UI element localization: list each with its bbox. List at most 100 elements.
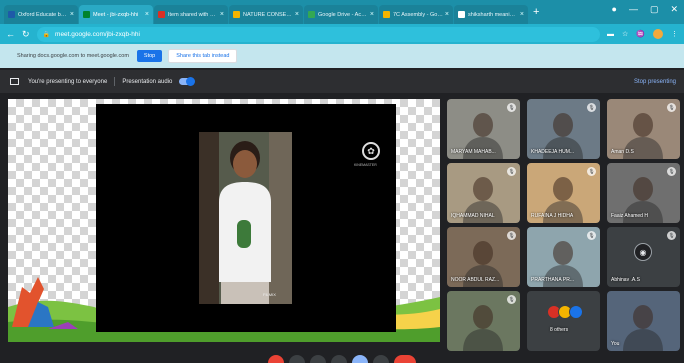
tab-close-icon[interactable]: × bbox=[70, 11, 74, 18]
captions-button[interactable] bbox=[310, 355, 326, 363]
shared-slide: ✿ KINEMASTER FILMIX bbox=[96, 104, 396, 332]
tab-close-icon[interactable]: × bbox=[370, 11, 374, 18]
browser-tab[interactable]: Meet - jbi-zxqb-hhi × bbox=[79, 5, 153, 24]
mic-muted-icon: 🎙 bbox=[507, 103, 516, 112]
tab-close-icon[interactable]: × bbox=[445, 11, 449, 18]
camera-toggle-button[interactable] bbox=[289, 355, 305, 363]
tab-title: Oxford Educate by O... bbox=[18, 11, 68, 18]
tab-title: Meet - jbi-zxqb-hhi bbox=[93, 11, 139, 18]
participant-tile[interactable]: 🎙 RUFAINA J HIDHA bbox=[527, 163, 600, 223]
tab-title: NATURE CONSER... bbox=[243, 11, 293, 18]
mic-muted-icon: 🎙 bbox=[587, 103, 596, 112]
participant-tile[interactable]: 🎙 IQHAMMAD NIHAL bbox=[447, 163, 520, 223]
participant-tile[interactable]: 🎙 Aman D.S bbox=[607, 99, 680, 159]
sharing-bar: Sharing docs.google.com to meet.google.c… bbox=[0, 44, 684, 68]
tab-close-icon[interactable]: × bbox=[220, 11, 224, 18]
presentation-audio-toggle[interactable] bbox=[179, 77, 196, 86]
present-now-button[interactable] bbox=[352, 355, 368, 363]
url-text: meet.google.com/jbi-zxqb-hhi bbox=[55, 30, 140, 38]
stop-presenting-button[interactable]: Stop presenting bbox=[634, 79, 676, 85]
participant-name: You bbox=[611, 341, 620, 347]
participant-tile[interactable]: 🎙 NOOR ABDUL RAZ... bbox=[447, 227, 520, 287]
participant-name: Abhinav .A.S bbox=[611, 277, 640, 283]
tab-favicon-icon bbox=[383, 11, 390, 18]
close-window-button[interactable]: ✕ bbox=[670, 4, 678, 15]
browser-tab[interactable]: Item shared with you × bbox=[154, 5, 228, 24]
camera-icon[interactable]: ▬ bbox=[607, 31, 614, 38]
participant-tile[interactable]: 🎙 bbox=[447, 291, 520, 351]
present-screen-icon bbox=[10, 78, 19, 85]
avatar bbox=[569, 305, 583, 319]
tab-favicon-icon bbox=[233, 11, 240, 18]
new-tab-button[interactable]: + bbox=[533, 6, 539, 18]
address-bar: ← ↻ 🔒 meet.google.com/jbi-zxqb-hhi ▬ ☆ ♒… bbox=[0, 24, 684, 44]
mic-muted-icon: 🎙 bbox=[587, 231, 596, 240]
audio-only-icon: ◉ bbox=[634, 243, 652, 261]
profile-avatar[interactable] bbox=[653, 29, 663, 39]
presentation-audio-label: Presentation audio bbox=[122, 78, 173, 85]
video-label: FILMIX bbox=[263, 292, 276, 297]
tab-close-icon[interactable]: × bbox=[295, 11, 299, 18]
others-avatars bbox=[547, 305, 583, 319]
browser-tab-strip: Oxford Educate by O...×Meet - jbi-zxqb-h… bbox=[0, 0, 684, 24]
more-options-button[interactable] bbox=[373, 355, 389, 363]
watermark-label: KINEMASTER bbox=[354, 163, 377, 167]
bookmark-star-icon[interactable]: ☆ bbox=[622, 30, 628, 38]
participant-tile[interactable]: 8 others bbox=[527, 291, 600, 351]
tab-favicon-icon bbox=[308, 11, 315, 18]
lock-icon: 🔒 bbox=[42, 31, 51, 38]
participant-name: KHADEEJA HUM... bbox=[531, 149, 575, 155]
tab-title: Google Drive - Accou... bbox=[318, 11, 368, 18]
participant-tile[interactable]: 🎙 Faaiz Ahamed H bbox=[607, 163, 680, 223]
divider bbox=[114, 77, 116, 86]
profile-dot-icon[interactable]: ● bbox=[612, 4, 617, 15]
participant-tile[interactable]: 🎙 MARYAM MAHAB... bbox=[447, 99, 520, 159]
share-this-tab-button[interactable]: Share this tab instead bbox=[168, 49, 238, 63]
mic-muted-icon: 🎙 bbox=[587, 167, 596, 176]
mic-muted-icon: 🎙 bbox=[667, 231, 676, 240]
window-controls: ● — ▢ ✕ bbox=[612, 4, 679, 15]
mic-muted-icon: 🎙 bbox=[667, 103, 676, 112]
menu-kebab-icon[interactable]: ⋮ bbox=[671, 30, 678, 38]
back-icon[interactable]: ← bbox=[6, 29, 15, 39]
extension-icon[interactable]: ♒ bbox=[636, 30, 645, 38]
stop-sharing-button[interactable]: Stop bbox=[136, 50, 163, 62]
tab-title: shiksharth meaning ... bbox=[468, 11, 518, 18]
mic-muted-icon: 🎙 bbox=[507, 231, 516, 240]
sharing-message: Sharing docs.google.com to meet.google.c… bbox=[17, 53, 129, 59]
participant-tile[interactable]: 🎙 KHADEEJA HUM... bbox=[527, 99, 600, 159]
tab-title: Item shared with you bbox=[168, 11, 218, 18]
mic-toggle-button[interactable] bbox=[268, 355, 284, 363]
call-controls bbox=[0, 352, 684, 363]
browser-tab[interactable]: Google Drive - Accou...× bbox=[304, 5, 378, 24]
participant-tile[interactable]: 🎙 PRARTHANA PR... bbox=[527, 227, 600, 287]
browser-tab[interactable]: NATURE CONSER... × bbox=[229, 5, 303, 24]
presenting-message: You're presenting to everyone bbox=[28, 78, 108, 85]
participant-name: RUFAINA J HIDHA bbox=[531, 213, 574, 219]
leave-call-button[interactable] bbox=[394, 355, 416, 363]
participant-name: MARYAM MAHAB... bbox=[451, 149, 496, 155]
maximize-button[interactable]: ▢ bbox=[650, 4, 659, 15]
presenting-bar: You're presenting to everyone Presentati… bbox=[0, 70, 684, 93]
raise-hand-button[interactable] bbox=[331, 355, 347, 363]
tab-favicon-icon bbox=[458, 11, 465, 18]
mic-muted-icon: 🎙 bbox=[667, 167, 676, 176]
participant-tile[interactable]: You bbox=[607, 291, 680, 351]
participant-tile[interactable]: ◉ 🎙 Abhinav .A.S bbox=[607, 227, 680, 287]
participant-name: NOOR ABDUL RAZ... bbox=[451, 277, 500, 283]
tab-favicon-icon bbox=[83, 11, 90, 18]
tab-title: 7C Assembly - Googl... bbox=[393, 11, 443, 18]
browser-tab[interactable]: 7C Assembly - Googl...× bbox=[379, 5, 453, 24]
reload-icon[interactable]: ↻ bbox=[22, 29, 30, 40]
minimize-button[interactable]: — bbox=[629, 4, 638, 15]
participant-name: IQHAMMAD NIHAL bbox=[451, 213, 495, 219]
tab-favicon-icon bbox=[158, 11, 165, 18]
browser-tab[interactable]: Oxford Educate by O...× bbox=[4, 5, 78, 24]
participant-name: Aman D.S bbox=[611, 149, 634, 155]
participant-name: Faaiz Ahamed H bbox=[611, 213, 648, 219]
tab-close-icon[interactable]: × bbox=[145, 11, 149, 18]
url-field[interactable]: 🔒 meet.google.com/jbi-zxqb-hhi bbox=[36, 26, 600, 42]
tab-close-icon[interactable]: × bbox=[520, 11, 524, 18]
browser-tab[interactable]: shiksharth meaning ... × bbox=[454, 5, 528, 24]
mic-muted-icon: 🎙 bbox=[507, 295, 516, 304]
